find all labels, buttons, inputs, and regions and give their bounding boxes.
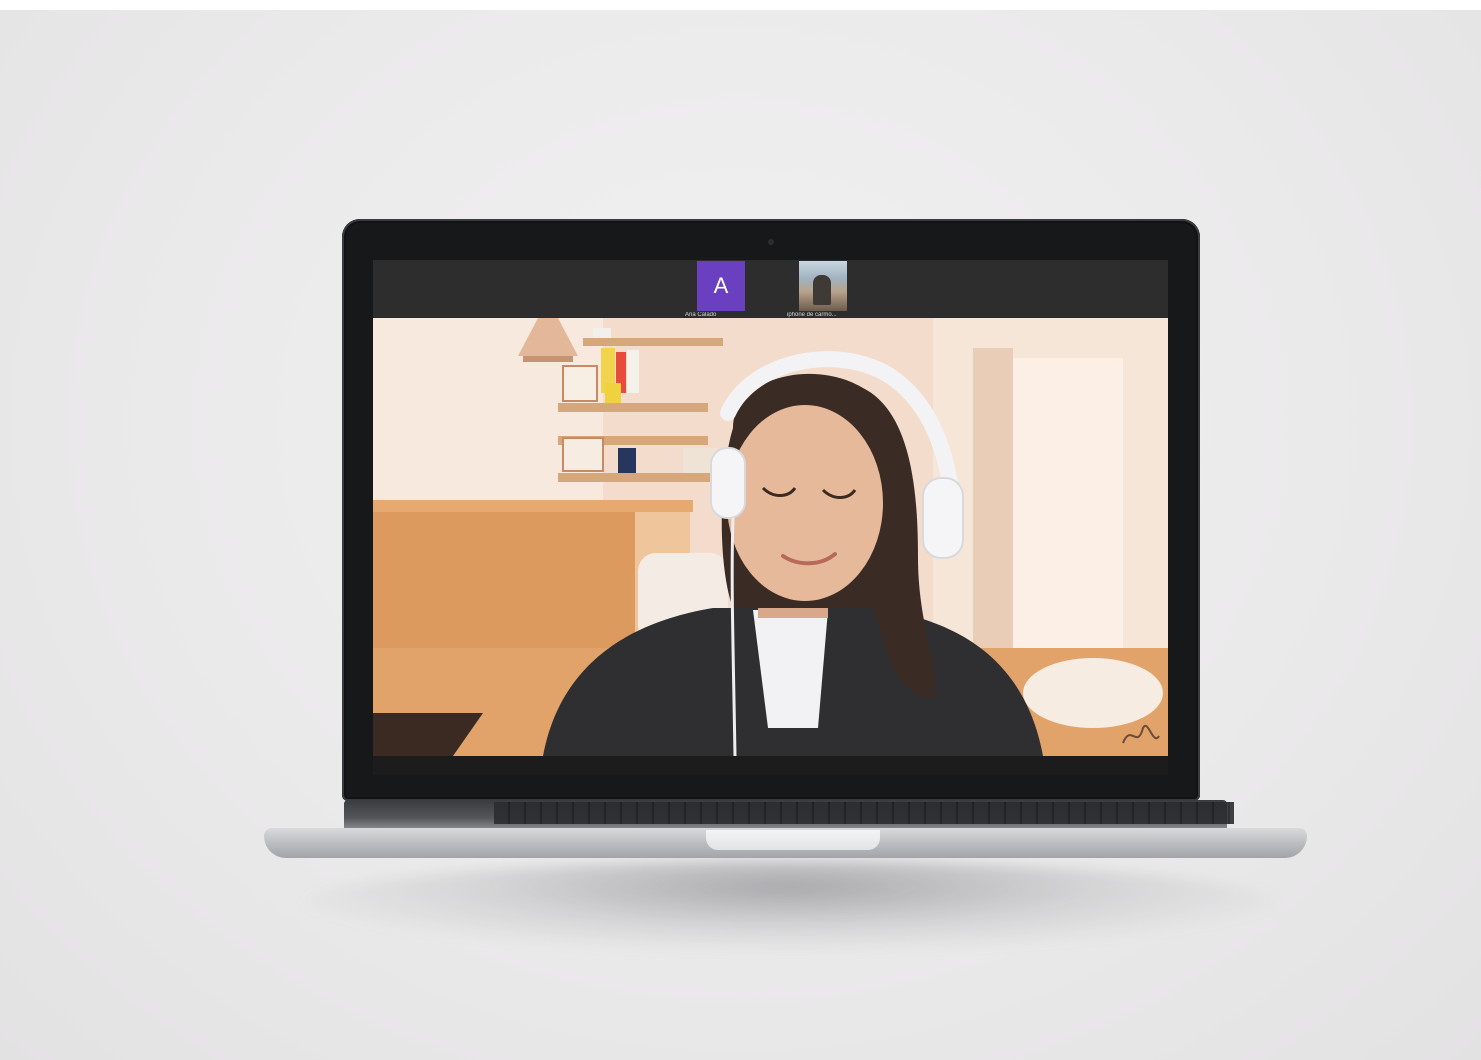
- keyboard: [494, 802, 1234, 824]
- main-video-feed[interactable]: [373, 318, 1168, 756]
- laptop-base: [264, 800, 1307, 860]
- participant-tile-ana[interactable]: A Ana Calado: [685, 261, 757, 318]
- product-photo: A Ana Calado iphone de carmo...: [0, 0, 1481, 1060]
- lid-opening-notch: [706, 830, 880, 850]
- thumbnail-person: [813, 275, 831, 305]
- laptop-lid: A Ana Calado iphone de carmo...: [342, 219, 1200, 801]
- screen-bottom-edge: [373, 756, 1168, 775]
- participants-bar: A Ana Calado iphone de carmo...: [373, 260, 1168, 318]
- laptop-shadow: [300, 860, 1280, 950]
- laptop-hinge: [344, 800, 1234, 830]
- webcam-icon: [768, 239, 774, 245]
- participant-tile-iphone[interactable]: iphone de carmo...: [787, 261, 859, 318]
- top-edge: [0, 0, 1481, 10]
- door-frame: [973, 348, 1013, 678]
- avatar-initial: A: [713, 273, 729, 298]
- wooden-cabinet: [373, 503, 638, 653]
- video-call-window: A Ana Calado iphone de carmo...: [373, 260, 1168, 775]
- participant-video-thumbnail: [799, 261, 847, 311]
- lamp-rim: [523, 356, 573, 362]
- countertop: [373, 500, 693, 512]
- participant-avatar: A: [697, 261, 745, 311]
- face: [727, 405, 883, 601]
- video-frame: [373, 318, 1168, 756]
- doorway: [1013, 358, 1123, 658]
- headphone-right-cup: [922, 477, 964, 559]
- cushion: [1023, 658, 1163, 728]
- headphone-left-cup: [710, 447, 746, 519]
